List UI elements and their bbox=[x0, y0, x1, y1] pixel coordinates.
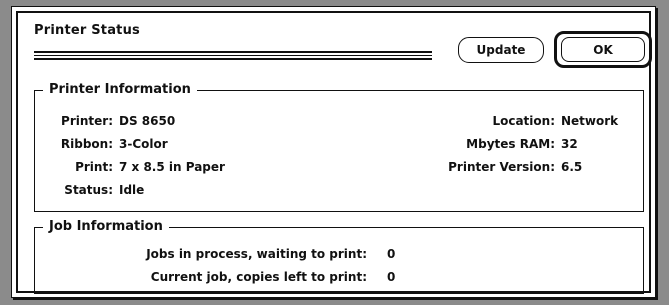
ribbon-label: Ribbon: bbox=[60, 137, 113, 151]
update-button[interactable]: Update bbox=[458, 37, 544, 63]
ribbon-value: 3-Color bbox=[119, 137, 168, 151]
copies-left-value: 0 bbox=[387, 270, 396, 284]
jobs-waiting-row: Jobs in process, waiting to print: 0 bbox=[35, 246, 395, 262]
status-row: Status: Idle bbox=[43, 182, 144, 198]
status-value: Idle bbox=[119, 183, 145, 197]
location-row: Location: Network bbox=[421, 113, 618, 129]
ok-button-label: OK bbox=[561, 37, 645, 62]
printer-version-label: Printer Version: bbox=[448, 160, 555, 174]
status-label: Status: bbox=[64, 183, 113, 197]
mbytes-ram-row: Mbytes RAM: 32 bbox=[421, 136, 578, 152]
dialog-title: Printer Status bbox=[34, 23, 140, 38]
copies-left-row: Current job, copies left to print: 0 bbox=[35, 269, 396, 285]
job-information-group: Job Information Jobs in process, waiting… bbox=[34, 218, 644, 294]
print-label: Print: bbox=[75, 160, 113, 174]
mbytes-ram-value: 32 bbox=[561, 137, 578, 151]
printer-information-group: Printer Information Printer: DS 8650 Ribb… bbox=[34, 81, 644, 212]
printer-information-legend: Printer Information bbox=[43, 81, 197, 99]
printer-value: DS 8650 bbox=[119, 114, 176, 128]
print-row: Print: 7 x 8.5 in Paper bbox=[43, 159, 225, 175]
title-bar-lines bbox=[34, 51, 432, 60]
printer-version-row: Printer Version: 6.5 bbox=[421, 159, 582, 175]
jobs-waiting-label: Jobs in process, waiting to print: bbox=[146, 247, 367, 261]
printer-name-row: Printer: DS 8650 bbox=[43, 113, 175, 129]
jobs-waiting-value: 0 bbox=[387, 247, 396, 261]
location-value: Network bbox=[561, 114, 619, 128]
printer-version-value: 6.5 bbox=[561, 160, 583, 174]
ok-button[interactable]: OK bbox=[554, 31, 652, 68]
printer-status-dialog: Printer Status Update OK Printer Informa… bbox=[11, 6, 656, 298]
copies-left-label: Current job, copies left to print: bbox=[150, 270, 367, 284]
location-label: Location: bbox=[492, 114, 555, 128]
mbytes-ram-label: Mbytes RAM: bbox=[466, 137, 555, 151]
job-information-legend: Job Information bbox=[43, 218, 169, 236]
ribbon-row: Ribbon: 3-Color bbox=[43, 136, 168, 152]
printer-label: Printer: bbox=[61, 114, 113, 128]
print-value: 7 x 8.5 in Paper bbox=[119, 160, 225, 174]
